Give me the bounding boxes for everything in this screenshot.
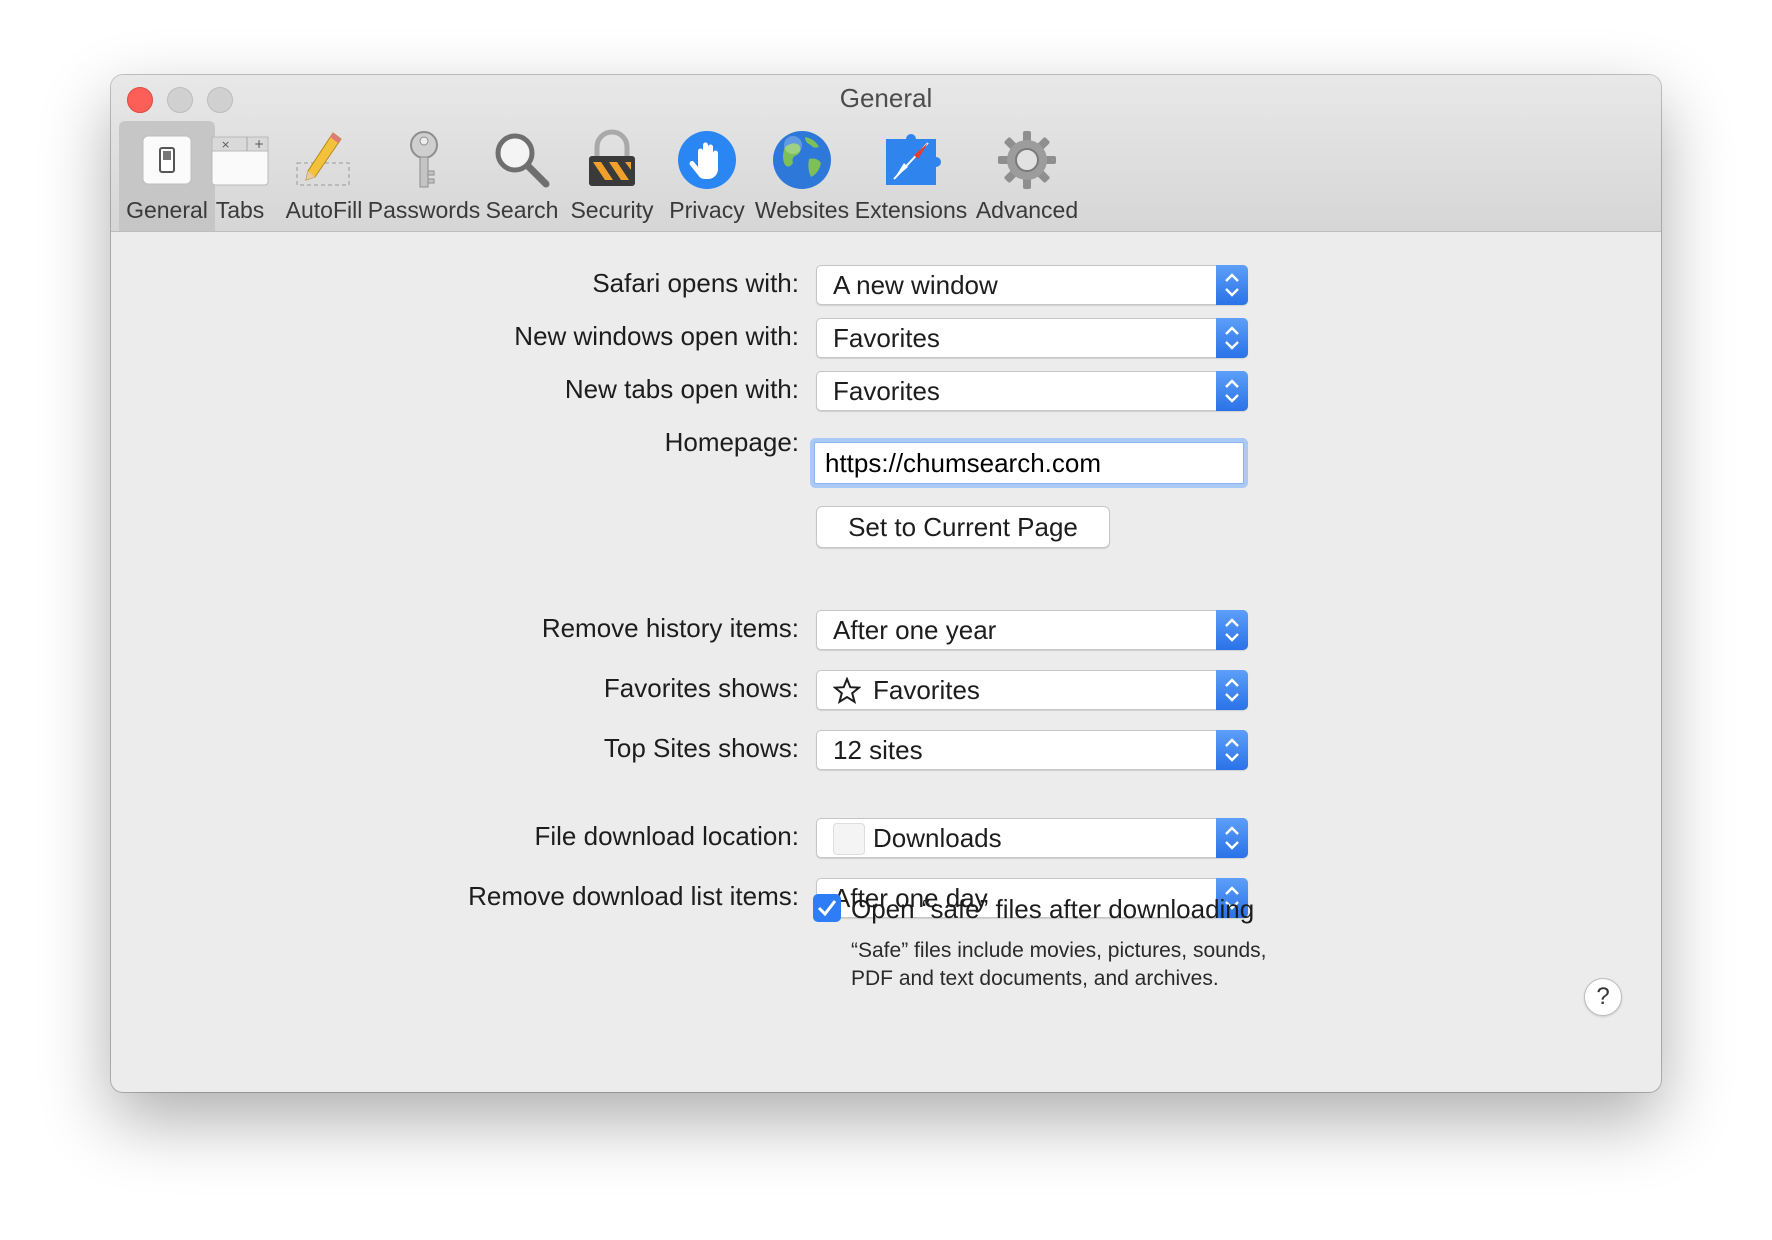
remove-history-items-label: Remove history items: <box>541 613 799 643</box>
up-down-chevron-icon <box>1225 326 1239 350</box>
up-down-chevron-icon <box>1225 678 1239 702</box>
hand-icon <box>678 131 736 189</box>
file-download-location-label: File download location: <box>534 821 800 851</box>
tab-label: General <box>126 197 208 223</box>
new-windows-open-with-popup[interactable]: Favorites <box>816 318 1248 358</box>
popup-stepper <box>1216 318 1248 358</box>
tab-label: Passwords <box>367 197 481 223</box>
padlock-icon <box>589 129 635 186</box>
safe-files-description: “Safe” files include movies, pictures, s… <box>851 939 1267 990</box>
popup-value: Favorites <box>833 323 940 353</box>
help-button[interactable]: ? <box>1584 978 1622 1016</box>
top-sites-shows-label: Top Sites shows: <box>603 733 799 763</box>
popup-stepper <box>1216 265 1248 305</box>
checkmark-icon <box>817 900 837 917</box>
general-pane: Safari opens with: A new window New wind… <box>111 232 1661 1092</box>
tab-general[interactable]: General <box>119 121 215 231</box>
popup-stepper <box>1216 730 1248 770</box>
open-safe-files-checkbox[interactable] <box>813 894 841 922</box>
tab-label: AutoFill <box>285 197 363 223</box>
tabs-icon: × + <box>211 136 269 186</box>
up-down-chevron-icon <box>1225 273 1239 297</box>
up-down-chevron-icon <box>1225 618 1239 642</box>
file-download-location-popup[interactable]: Downloads <box>816 818 1248 858</box>
tab-tabs[interactable]: × + Tabs <box>207 121 273 231</box>
star-icon <box>833 677 861 704</box>
popup-value: Favorites <box>873 675 980 705</box>
popup-value: A new window <box>833 270 998 300</box>
tab-label: Tabs <box>215 197 265 223</box>
favorites-shows-label: Favorites shows: <box>603 673 799 703</box>
svg-text:×: × <box>221 138 230 151</box>
tab-label: Websites <box>754 197 850 223</box>
up-down-chevron-icon <box>1225 379 1239 403</box>
tab-autofill[interactable]: AutoFill <box>277 121 371 231</box>
new-windows-open-with-label: New windows open with: <box>514 321 799 351</box>
tab-advanced[interactable]: Advanced <box>971 121 1083 231</box>
popup-value: After one year <box>833 615 997 645</box>
preferences-window: General General × + Tabs AutoFill Passwo… <box>111 75 1661 1092</box>
top-sites-shows-popup[interactable]: 12 sites <box>816 730 1248 770</box>
general-switch-icon <box>142 135 192 185</box>
tab-websites[interactable]: Websites <box>751 121 853 231</box>
remove-history-items-popup[interactable]: After one year <box>816 610 1248 650</box>
popup-stepper <box>1216 371 1248 411</box>
popup-stepper <box>1216 670 1248 710</box>
tab-label: Security <box>570 197 654 223</box>
new-tabs-open-with-label: New tabs open with: <box>564 374 799 404</box>
folder-icon <box>833 823 865 855</box>
up-down-chevron-icon <box>1225 826 1239 850</box>
popup-stepper <box>1216 610 1248 650</box>
key-icon <box>410 131 438 188</box>
magnifier-icon <box>495 133 550 188</box>
safari-opens-with-label: Safari opens with: <box>592 268 799 298</box>
window-title: General <box>839 83 933 113</box>
compass-puzzle-icon <box>886 134 941 185</box>
open-safe-files-label[interactable]: Open “safe” files after downloading <box>851 894 1254 925</box>
safari-opens-with-popup[interactable]: A new window <box>816 265 1248 305</box>
tab-extensions[interactable]: Extensions <box>855 121 967 231</box>
popup-stepper <box>1216 818 1248 858</box>
pencil-icon <box>296 132 350 186</box>
up-down-chevron-icon <box>1225 738 1239 762</box>
tab-passwords[interactable]: Passwords <box>368 121 480 231</box>
popup-value: 12 sites <box>833 735 923 765</box>
tab-label: Privacy <box>669 197 745 223</box>
tab-search[interactable]: Search <box>481 121 563 231</box>
set-to-current-page-button[interactable]: Set to Current Page <box>816 506 1110 548</box>
tab-label: Search <box>485 197 559 223</box>
remove-download-list-items-label: Remove download list items: <box>468 881 799 911</box>
tab-security[interactable]: Security <box>566 121 658 231</box>
tab-label: Extensions <box>854 197 968 223</box>
tab-privacy[interactable]: Privacy <box>667 121 747 231</box>
homepage-field[interactable] <box>814 442 1244 484</box>
favorites-shows-popup[interactable]: Favorites <box>816 670 1248 710</box>
tab-label: Advanced <box>975 197 1079 223</box>
popup-value: Downloads <box>873 823 1002 853</box>
gear-icon <box>998 131 1056 189</box>
homepage-label: Homepage: <box>664 427 799 457</box>
svg-text:+: + <box>254 137 264 151</box>
popup-value: Favorites <box>833 376 940 406</box>
new-tabs-open-with-popup[interactable]: Favorites <box>816 371 1248 411</box>
titlebar: General General × + Tabs AutoFill Passwo… <box>111 75 1661 232</box>
globe-icon <box>773 131 831 189</box>
